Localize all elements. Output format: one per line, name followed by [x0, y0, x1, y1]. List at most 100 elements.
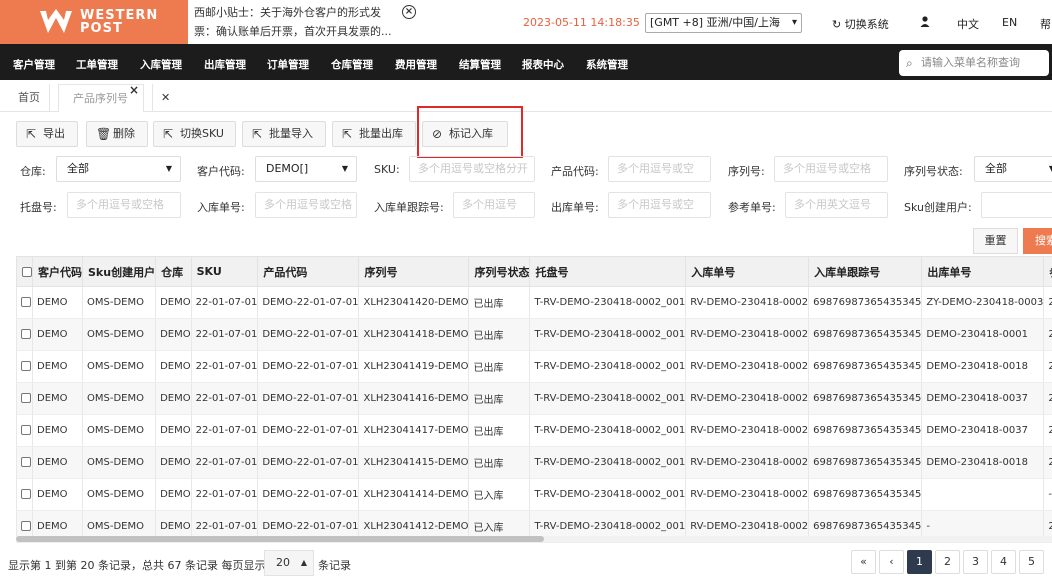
reset-button[interactable]: 重置 [973, 228, 1018, 254]
table-row[interactable]: DEMO OMS-DEMO DEMO 22-01-07-01 DEMO-22-01-07… [16, 446, 1052, 479]
row-checkbox[interactable] [16, 286, 33, 319]
table-row[interactable]: DEMO OMS-DEMO DEMO 22-01-07-01 DEMO-22-01-07… [16, 350, 1052, 383]
scrollbar-thumb[interactable] [16, 536, 544, 542]
inbound-track-label: 入库单跟踪号: [374, 201, 444, 214]
table-cell: T-RV-DEMO-230418-0002_001 [529, 318, 687, 351]
sku-creator-input[interactable] [981, 192, 1052, 218]
nav-settlement[interactable]: 结算管理 [459, 57, 501, 72]
export-icon: ⇱ [26, 127, 37, 141]
table-cell: DEMO [32, 318, 83, 351]
column-header[interactable]: 序列号 [358, 256, 470, 287]
page-4-button[interactable]: 4 [991, 550, 1016, 574]
menu-search-input[interactable]: ⌕ 请输入菜单名称查询 [899, 50, 1049, 76]
table-row[interactable]: DEMO OMS-DEMO DEMO 22-01-07-01 DEMO-22-01-07… [16, 318, 1052, 351]
row-checkbox[interactable] [16, 414, 33, 447]
table-row[interactable]: DEMO OMS-DEMO DEMO 22-01-07-01 DEMO-22-01-07… [16, 414, 1052, 447]
close-tab-icon[interactable]: × [129, 76, 139, 104]
pallet-input[interactable]: 多个用逗号或空格 [67, 192, 181, 218]
outbound-no-label: 出库单号: [551, 201, 599, 214]
table-row[interactable]: DEMO OMS-DEMO DEMO 22-01-07-01 DEMO-22-01-07… [16, 478, 1052, 511]
batch-outbound-button[interactable]: ⇱ 批量出库 [332, 121, 416, 147]
page-3-button[interactable]: 3 [963, 550, 988, 574]
serial-input[interactable]: 多个用逗号或空格 [774, 156, 888, 182]
close-notice-icon[interactable]: × [402, 5, 416, 19]
warehouse-select[interactable]: 全部 ▼ [56, 156, 181, 182]
page-1-button[interactable]: 1 [907, 550, 932, 574]
export-button[interactable]: ⇱ 导出 [16, 121, 78, 147]
notice-text[interactable]: 西邮小贴士：关于海外仓客户的形式发票：确认账单后开票，首次开具发票的... [194, 3, 394, 41]
column-header[interactable]: 入库单跟踪号 [808, 256, 923, 287]
table-cell: DEMO-22-01-07-01 [257, 478, 360, 511]
customer-code-select[interactable]: DEMO[] ▼ [255, 156, 357, 182]
table-cell: DEMO-22-01-07-01 [257, 414, 360, 447]
row-checkbox[interactable] [16, 478, 33, 511]
search-button[interactable]: 搜索 [1023, 228, 1052, 254]
column-header[interactable]: 产品代码 [257, 256, 360, 287]
table-cell: DEMO [155, 446, 192, 479]
warehouse-label: 仓库: [20, 165, 46, 178]
column-header[interactable]: 仓库 [155, 256, 192, 287]
sku-input[interactable]: 多个用逗号或空格分开 [409, 156, 535, 182]
column-header[interactable]: 客户代码 [32, 256, 83, 287]
close-all-tabs-icon[interactable]: ✕ [152, 84, 182, 112]
nav-outbound[interactable]: 出库管理 [204, 57, 246, 72]
column-header[interactable]: 托盘号 [529, 256, 687, 287]
table-cell: 23 [1043, 286, 1052, 319]
user-icon[interactable] [920, 16, 930, 27]
switch-system-button[interactable]: ↻ 切换系统 [832, 16, 889, 32]
prev-page-button[interactable]: ‹ [879, 550, 904, 574]
row-checkbox[interactable] [16, 446, 33, 479]
nav-warehouse[interactable]: 仓库管理 [331, 57, 373, 72]
nav-workorder[interactable]: 工单管理 [76, 57, 118, 72]
table-cell: XLH23041418-DEMO [358, 318, 470, 351]
table-row[interactable]: DEMO OMS-DEMO DEMO 22-01-07-01 DEMO-22-01-07… [16, 382, 1052, 415]
lang-en-button[interactable]: EN [1002, 16, 1017, 29]
inbound-track-input[interactable]: 多个用逗号 [453, 192, 535, 218]
batch-import-button[interactable]: ⇱ 批量导入 [242, 121, 326, 147]
help-link[interactable]: 帮 [1040, 16, 1051, 32]
ref-no-input[interactable]: 多个用英文逗号 [785, 192, 888, 218]
first-page-button[interactable]: « [851, 550, 876, 574]
timezone-select[interactable]: [GMT +8] 亚洲/中国/上海 ▾ [645, 13, 802, 33]
row-checkbox[interactable] [16, 350, 33, 383]
pallet-label: 托盘号: [20, 201, 57, 214]
column-header[interactable]: 序列号状态 [468, 256, 531, 287]
tab-home[interactable]: 首页 [4, 84, 50, 112]
tab-product-serial[interactable]: 产品序列号 × [58, 83, 144, 112]
row-checkbox[interactable] [16, 318, 33, 351]
table-cell: DEMO-230418-0001 [921, 318, 1045, 351]
table-row[interactable]: DEMO OMS-DEMO DEMO 22-01-07-01 DEMO-22-01-07… [16, 286, 1052, 319]
select-all-checkbox[interactable] [16, 256, 33, 287]
brand-logo[interactable]: WESTERN POST [0, 0, 188, 44]
column-header[interactable]: Sku创建用户 [81, 256, 157, 287]
table-cell: OMS-DEMO [81, 286, 157, 319]
serial-status-select[interactable]: 全部 ▼ [974, 156, 1052, 182]
column-header[interactable]: 出库单号 [921, 256, 1045, 287]
column-header[interactable]: 参 [1043, 256, 1052, 287]
menu-search-placeholder: 请输入菜单名称查询 [921, 56, 1020, 69]
page-size-select[interactable]: 20 ▲ [264, 550, 314, 576]
lang-zh-button[interactable]: 中文 [957, 16, 979, 32]
page-2-button[interactable]: 2 [935, 550, 960, 574]
page-5-button[interactable]: 5 [1019, 550, 1044, 574]
table-cell: 69876987365435345 [808, 350, 923, 383]
table-cell: T-RV-DEMO-230418-0002_001 [529, 350, 687, 383]
nav-customer[interactable]: 客户管理 [13, 57, 55, 72]
table-cell: DEMO-230418-0018 [921, 446, 1045, 479]
horizontal-scrollbar[interactable] [16, 536, 1052, 542]
nav-report[interactable]: 报表中心 [522, 57, 564, 72]
row-checkbox[interactable] [16, 382, 33, 415]
delete-button[interactable]: 🗑 删除 [86, 121, 148, 147]
table-cell: 22-01-07-01 [190, 382, 259, 415]
product-code-input[interactable]: 多个用逗号或空 [608, 156, 711, 182]
nav-system[interactable]: 系统管理 [586, 57, 628, 72]
column-header[interactable]: 入库单号 [685, 256, 810, 287]
outbound-no-input[interactable]: 多个用逗号或空 [608, 192, 711, 218]
switch-sku-button[interactable]: ⇱ 切换SKU [153, 121, 236, 147]
nav-order[interactable]: 订单管理 [267, 57, 309, 72]
column-header[interactable]: SKU [190, 256, 259, 287]
nav-fee[interactable]: 费用管理 [395, 57, 437, 72]
pagination-tail: 条记录 [318, 559, 351, 572]
inbound-no-input[interactable]: 多个用逗号或空格 [255, 192, 357, 218]
nav-inbound[interactable]: 入库管理 [140, 57, 182, 72]
